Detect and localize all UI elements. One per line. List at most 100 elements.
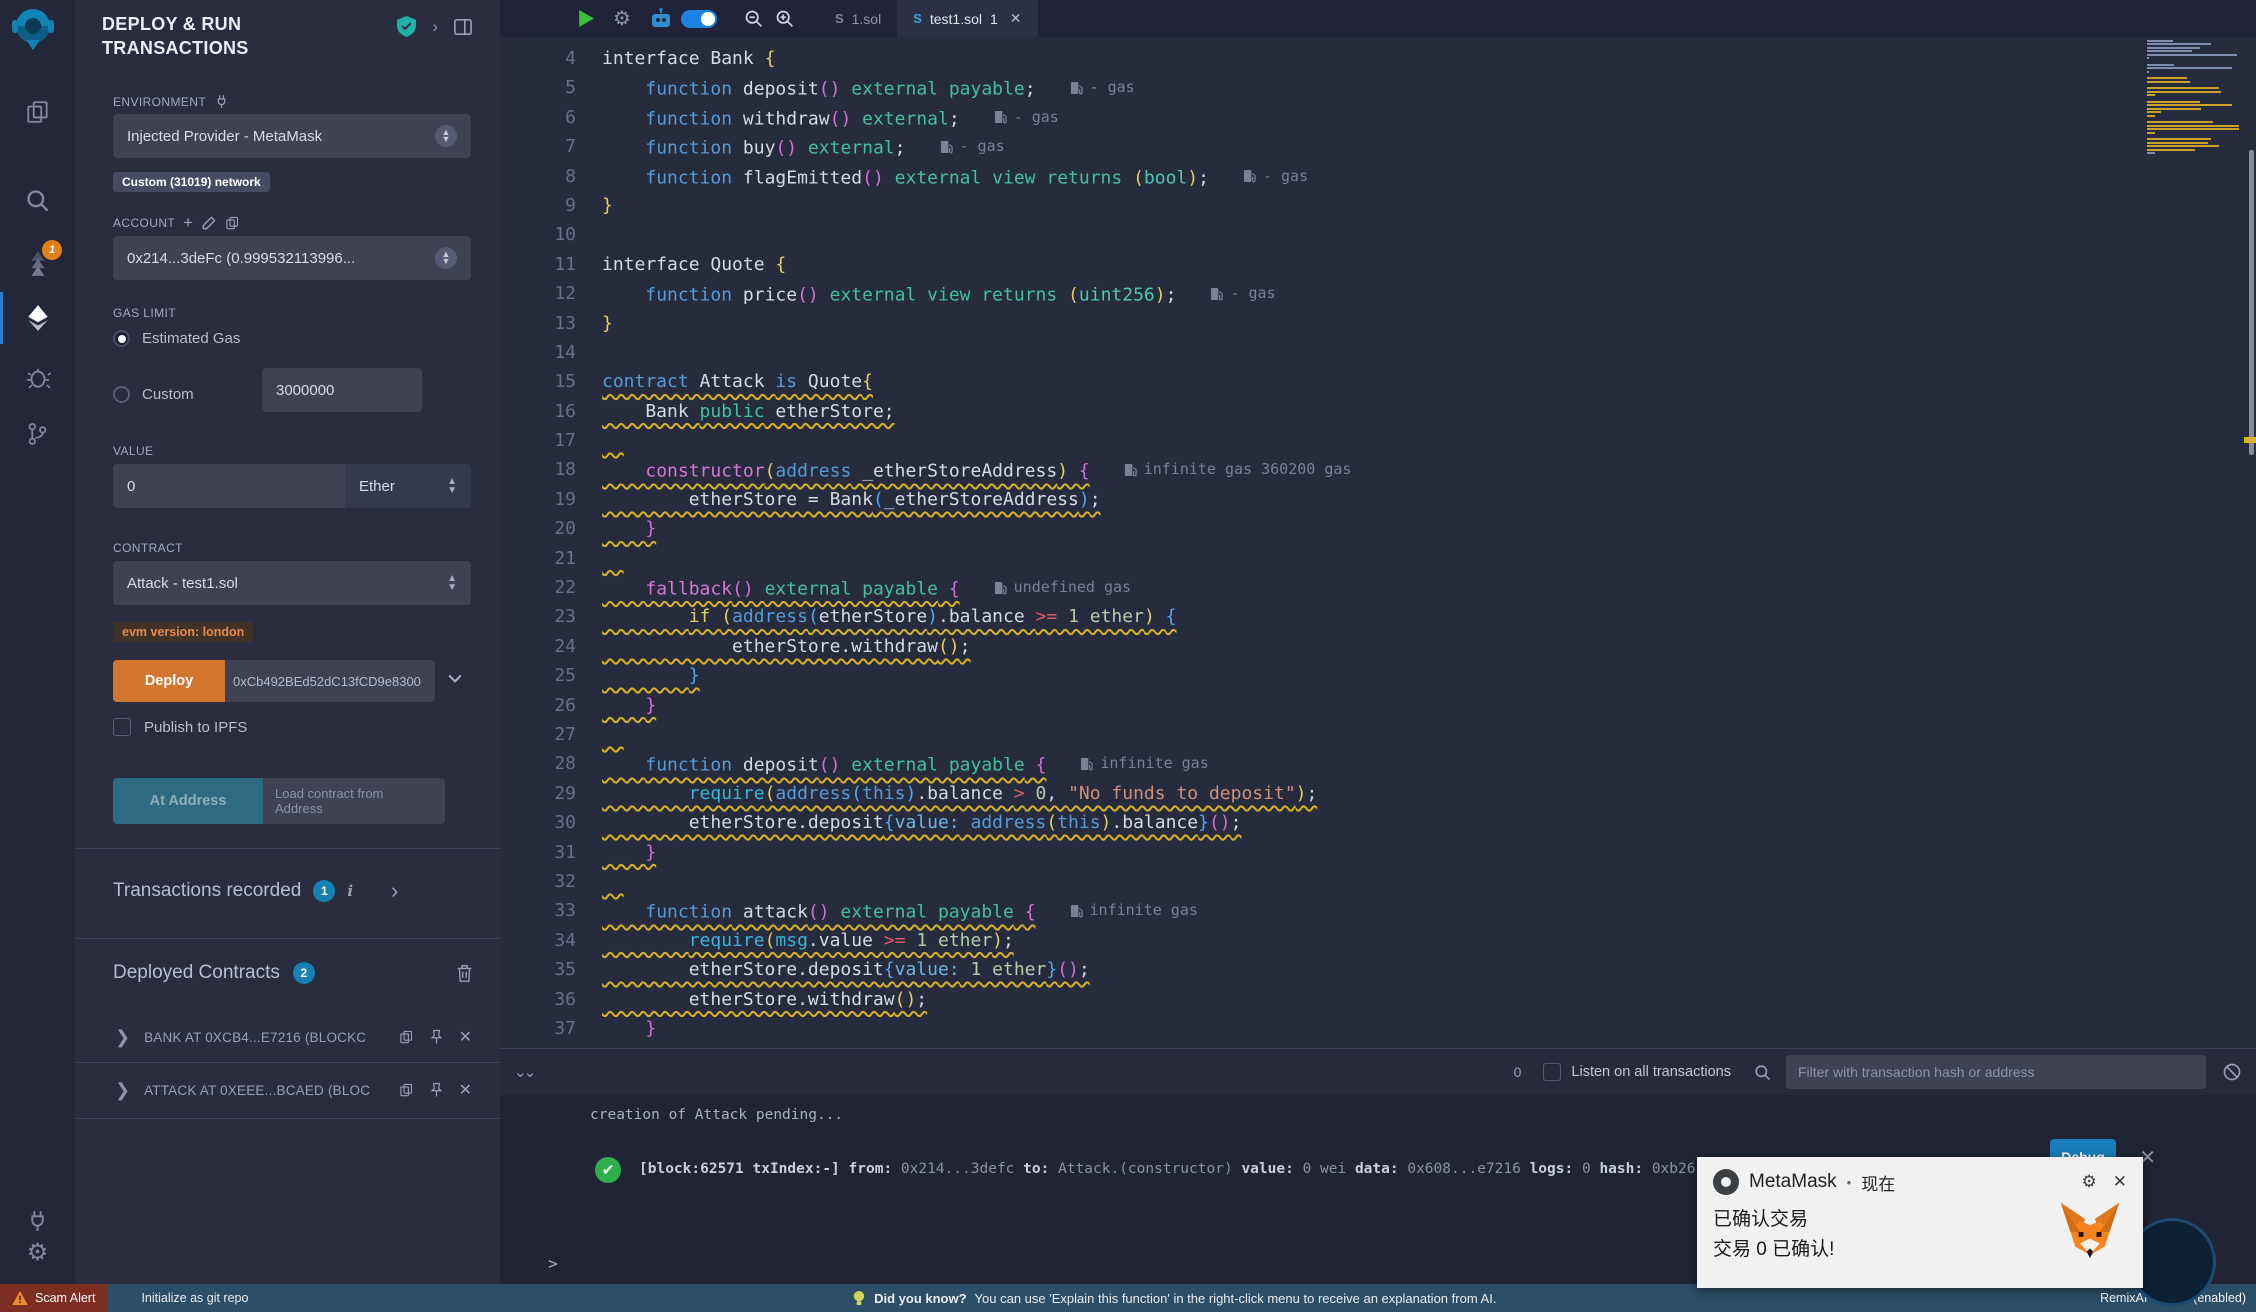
code-line[interactable]: 16 Bank public etherStore; — [500, 397, 1351, 426]
terminal-filter-input[interactable]: Filter with transaction hash or address — [1786, 1055, 2206, 1089]
notification-close-icon[interactable]: ✕ — [2113, 1172, 2127, 1192]
close-tab-icon[interactable]: ✕ — [1010, 10, 1022, 27]
deploy-button[interactable]: Deploy — [113, 660, 225, 702]
code-line[interactable]: 36 etherStore.withdraw(); — [500, 985, 1351, 1014]
remix-logo-icon[interactable] — [8, 4, 58, 52]
terminal-prompt[interactable]: > — [548, 1254, 558, 1273]
search-icon[interactable] — [0, 178, 75, 222]
editor-scrollbar[interactable] — [2249, 150, 2254, 455]
chevron-right-icon[interactable]: › — [432, 17, 438, 37]
debugger-icon[interactable] — [0, 355, 75, 399]
copilot-toggle[interactable] — [680, 9, 717, 28]
pin-panel-icon[interactable] — [454, 18, 472, 36]
code-line[interactable]: 10 — [500, 220, 1351, 249]
notification-settings-icon[interactable]: ⚙ — [2082, 1172, 2097, 1192]
info-icon[interactable]: i — [347, 882, 353, 900]
clear-terminal-icon[interactable] — [2222, 1062, 2242, 1082]
listen-all-checkbox[interactable] — [1543, 1063, 1562, 1081]
code-lines[interactable]: 4 interface Bank {5 function deposit() ex… — [500, 44, 1351, 1043]
code-line[interactable]: 9} — [500, 191, 1351, 220]
add-account-icon[interactable]: + — [183, 213, 193, 233]
zoom-in-icon[interactable] — [774, 8, 795, 29]
pin-icon[interactable] — [429, 1082, 444, 1098]
gas-custom-radio[interactable]: Custom — [113, 386, 194, 403]
value-unit-select[interactable]: Ether ▲ ▼ — [345, 464, 471, 508]
contract-select[interactable]: Attack - test1.sol ▲ ▼ — [113, 561, 471, 605]
copy-icon[interactable] — [399, 1029, 414, 1045]
code-line[interactable]: 5 function deposit() external payable; - … — [500, 73, 1351, 102]
copy-icon[interactable] — [399, 1082, 414, 1098]
metamask-notification[interactable]: MetaMask • 现在 ⚙ ✕ 已确认交易 交易 0 已确认! — [1697, 1157, 2143, 1288]
expand-terminal-icon[interactable]: ⌄⌄ — [514, 1063, 536, 1081]
expand-contract-icon[interactable]: ❯ — [115, 1080, 130, 1101]
account-select[interactable]: 0x214...3deFc (0.999532113996... ▲ ▼ — [113, 236, 471, 280]
solidity-compiler-icon[interactable]: 1 — [0, 240, 75, 286]
value-input[interactable]: 0 — [113, 464, 345, 508]
settings-gear-icon[interactable]: ⚙ — [0, 1230, 75, 1274]
chevron-down-icon[interactable] — [445, 668, 465, 693]
code-line[interactable]: 26 } — [500, 691, 1351, 720]
code-line[interactable]: 24 etherStore.withdraw(); — [500, 632, 1351, 661]
deploy-address-input[interactable]: 0xCb492BEd52dC13fCD9e8300 — [225, 660, 435, 702]
deployed-contract-row[interactable]: ❯ ATTACK AT 0XEEE...BCAED (BLOC ✕ — [75, 1065, 500, 1115]
code-line[interactable]: 27 — [500, 720, 1351, 749]
editor-settings-gear-icon[interactable]: ⚙ — [613, 6, 631, 31]
gas-custom-input[interactable]: 3000000 — [262, 368, 422, 412]
publish-ipfs-checkbox[interactable] — [113, 718, 131, 736]
code-line[interactable]: 31 } — [500, 838, 1351, 867]
close-icon[interactable]: ✕ — [459, 1027, 472, 1047]
git-init-item[interactable]: Initialize as git repo — [141, 1291, 248, 1305]
code-line[interactable]: 35 etherStore.deposit{value: 1 ether}(); — [500, 955, 1351, 984]
code-line[interactable]: 34 require(msg.value >= 1 ether); — [500, 926, 1351, 955]
code-line[interactable]: 15 contract Attack is Quote{ — [500, 367, 1351, 396]
code-line[interactable]: 8 function flagEmitted() external view r… — [500, 162, 1351, 191]
code-line[interactable]: 7 function buy() external; - gas — [500, 132, 1351, 161]
transactions-recorded-row[interactable]: Transactions recorded 1 i › — [113, 878, 500, 904]
code-line[interactable]: 23 if (address(etherStore).balance >= 1 … — [500, 602, 1351, 631]
tab-test1sol[interactable]: S test1.sol 1 ✕ — [897, 0, 1038, 37]
zoom-out-icon[interactable] — [743, 8, 764, 29]
minimap[interactable] — [2147, 40, 2242, 155]
pin-icon[interactable] — [429, 1029, 444, 1045]
trash-icon[interactable] — [456, 964, 473, 983]
code-line[interactable]: 17 — [500, 426, 1351, 455]
code-line[interactable]: 32 — [500, 867, 1351, 896]
tab-1sol[interactable]: S 1.sol — [819, 0, 897, 37]
code-line[interactable]: 25 } — [500, 661, 1351, 690]
code-line[interactable]: 18 constructor(address _etherStoreAddres… — [500, 455, 1351, 484]
code-line[interactable]: 14 — [500, 338, 1351, 367]
publish-ipfs-row[interactable]: Publish to IPFS — [113, 718, 247, 736]
code-line[interactable]: 12 function price() external view return… — [500, 279, 1351, 308]
file-explorer-icon[interactable] — [0, 90, 75, 134]
code-line[interactable]: 11 interface Quote { — [500, 250, 1351, 279]
copy-account-icon[interactable] — [225, 215, 240, 231]
at-address-input[interactable]: Load contract from Address — [263, 778, 445, 824]
code-line[interactable]: 22 fallback() external payable {undefine… — [500, 573, 1351, 602]
code-line[interactable]: 6 function withdraw() external; - gas — [500, 103, 1351, 132]
deployed-contract-row[interactable]: ❯ BANK AT 0XCB4...E7216 (BLOCKC ✕ — [75, 1012, 500, 1062]
deploy-run-icon[interactable] — [0, 292, 75, 344]
at-address-button[interactable]: At Address — [113, 778, 263, 824]
expand-contract-icon[interactable]: ❯ — [115, 1027, 130, 1048]
code-line[interactable]: 20 } — [500, 514, 1351, 543]
ai-robot-icon[interactable] — [649, 7, 673, 30]
code-editor[interactable]: 4 interface Bank {5 function deposit() ex… — [500, 37, 2256, 1048]
code-line[interactable]: 30 etherStore.deposit{value: address(thi… — [500, 808, 1351, 837]
code-line[interactable]: 19 etherStore = Bank(_etherStoreAddress)… — [500, 485, 1351, 514]
code-line[interactable]: 28 function deposit() external payable {… — [500, 749, 1351, 778]
run-script-icon[interactable] — [578, 9, 595, 28]
scam-alert[interactable]: Scam Alert — [0, 1284, 108, 1312]
close-icon[interactable]: ✕ — [459, 1080, 472, 1100]
code-line[interactable]: 21 — [500, 544, 1351, 573]
edit-account-icon[interactable] — [201, 215, 217, 231]
gas-estimated-radio[interactable]: Estimated Gas — [113, 330, 240, 347]
code-line[interactable]: 29 require(address(this).balance > 0, "N… — [500, 779, 1351, 808]
code-line[interactable]: 37 } — [500, 1014, 1351, 1043]
code-line[interactable]: 13} — [500, 309, 1351, 338]
expand-transactions-icon[interactable]: › — [391, 878, 398, 904]
shield-check-icon[interactable] — [397, 16, 417, 37]
git-icon[interactable] — [0, 412, 75, 456]
plug-icon[interactable] — [214, 94, 229, 109]
code-line[interactable]: 33 function attack() external payable {i… — [500, 896, 1351, 925]
environment-select[interactable]: Injected Provider - MetaMask ▲ ▼ — [113, 114, 471, 158]
